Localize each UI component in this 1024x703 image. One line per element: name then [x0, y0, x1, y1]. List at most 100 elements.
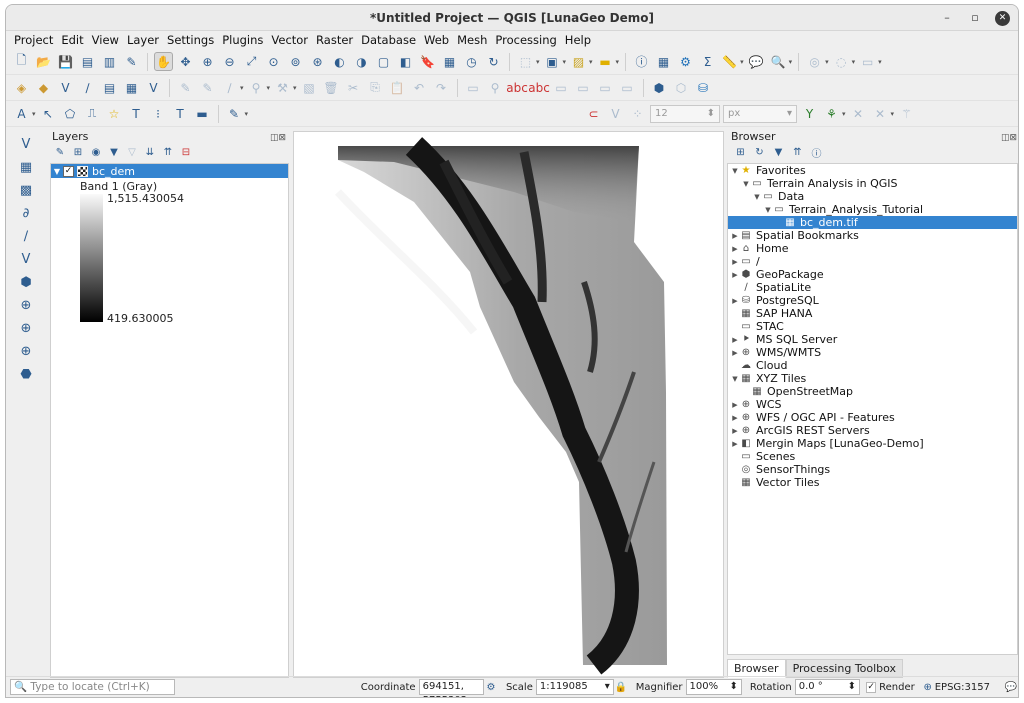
snapping-type-icon[interactable]: ⁘ — [628, 104, 647, 123]
browser-item[interactable]: ▶ ⊕ WCS — [728, 398, 1017, 411]
minimize-icon[interactable]: – — [939, 5, 955, 31]
measure-line-icon[interactable]: 📏 — [720, 52, 739, 71]
snapping-intersection-icon[interactable]: ⚘ — [822, 104, 841, 123]
plugin-manager-icon[interactable]: ⬢ — [650, 78, 669, 97]
rotate-label-icon[interactable]: ▭ — [574, 78, 593, 97]
shape-digitizing-icon[interactable]: ◌ — [832, 52, 851, 71]
delete-selected-icon[interactable]: 🗑 — [322, 78, 341, 97]
new-spatialite-icon[interactable]: ∕ — [78, 78, 97, 97]
menu-mesh[interactable]: Mesh — [453, 33, 491, 47]
add-vector-layer-icon[interactable]: ◆ — [34, 78, 53, 97]
marker-annotation-icon[interactable]: ☆ — [105, 104, 124, 123]
browser-float-close-icon[interactable]: ◫⊠ — [1001, 131, 1017, 145]
zoom-full-icon[interactable]: ⤢ — [242, 52, 261, 71]
expander-icon[interactable]: ▶ — [730, 297, 740, 305]
snapping-magnet-icon[interactable]: ⊂ — [584, 104, 603, 123]
crs-label[interactable]: EPSG:3157 — [935, 682, 990, 693]
pan-map-icon[interactable]: ✋ — [154, 52, 173, 71]
scale-field[interactable]: 1:119085 ▾ — [535, 679, 614, 695]
paste-features-icon[interactable]: 📋 — [388, 78, 407, 97]
data-source-manager-icon[interactable]: ◈ — [12, 78, 31, 97]
menu-processing[interactable]: Processing — [491, 33, 560, 47]
style-manager-icon[interactable]: ✎ — [122, 52, 141, 71]
snapping-unit-select[interactable]: px ▾ — [723, 104, 798, 123]
add-spatialite-layer-icon[interactable]: ∂ — [16, 203, 36, 223]
polygon-annotation-icon[interactable]: ⬠ — [61, 104, 80, 123]
topological-editing-icon[interactable]: Y — [800, 104, 819, 123]
rotation-field[interactable]: 0.0 ° ⬍ — [794, 679, 861, 695]
browser-item[interactable]: ◎ SensorThings — [728, 463, 1017, 476]
vertex-tool-icon[interactable]: ⚒ — [273, 78, 292, 97]
add-feature-icon[interactable]: ⚲ — [247, 78, 266, 97]
browser-item[interactable]: ▶ ⛁ PostgreSQL — [728, 294, 1017, 307]
add-raster-layer-vertical-icon[interactable]: ▦ — [16, 157, 36, 177]
undo-icon[interactable]: ↶ — [410, 78, 429, 97]
pin-labels-icon[interactable]: ⚲ — [486, 78, 505, 97]
select-by-expression-icon[interactable]: ▬ — [596, 52, 615, 71]
expander-icon[interactable]: ▶ — [730, 401, 740, 409]
new-3d-map-view-icon[interactable]: ◧ — [396, 52, 415, 71]
zoom-last-icon[interactable]: ◐ — [330, 52, 349, 71]
browser-item[interactable]: ▶ ▭ / — [728, 255, 1017, 268]
move-label-icon[interactable]: ▭ — [552, 78, 571, 97]
annotation-text-icon[interactable]: A — [12, 104, 31, 123]
save-project-icon[interactable]: 💾 — [56, 52, 75, 71]
add-delimited-text-icon[interactable]: V — [144, 78, 163, 97]
self-snapping-icon[interactable]: ✕ — [849, 104, 868, 123]
expander-icon[interactable]: ▶ — [730, 349, 740, 357]
layout-manager-icon[interactable]: ▥ — [100, 52, 119, 71]
add-group-icon[interactable]: ⊞ — [70, 145, 86, 161]
copy-features-icon[interactable]: ⎘ — [366, 78, 385, 97]
menu-vector[interactable]: Vector — [267, 33, 312, 47]
new-spatial-bookmark-icon[interactable]: 🔖 — [418, 52, 437, 71]
collapse-all-icon[interactable]: ⇈ — [160, 145, 176, 161]
toolbox-icon[interactable]: ⚙ — [676, 52, 695, 71]
toggle-editing-icon[interactable]: ✎ — [176, 78, 195, 97]
layer-labeling-icon[interactable]: abc — [506, 78, 528, 97]
advanced-digitizing-icon[interactable]: ▭ — [858, 52, 877, 71]
temporal-controller-icon[interactable]: ◷ — [462, 52, 481, 71]
cut-features-icon[interactable]: ✂ — [344, 78, 363, 97]
enable-properties-icon[interactable]: ⓘ — [809, 145, 824, 160]
new-project-icon[interactable]: 🗋 — [12, 52, 31, 71]
expander-icon[interactable]: ▶ — [730, 414, 740, 422]
expander-icon[interactable]: ▼ — [763, 206, 773, 214]
expander-icon[interactable]: ▶ — [730, 440, 740, 448]
change-label-icon[interactable]: ▭ — [596, 78, 615, 97]
expander-icon[interactable]: ▶ — [730, 271, 740, 279]
browser-item[interactable]: ▼ ▭ Data — [728, 190, 1017, 203]
filter-browser-icon[interactable]: ▼ — [771, 145, 786, 160]
picture-annotation-icon[interactable]: ▬ — [193, 104, 212, 123]
browser-item[interactable]: ▦ Vector Tiles — [728, 476, 1017, 489]
redo-icon[interactable]: ↷ — [432, 78, 451, 97]
statistical-summary-icon[interactable]: Σ — [698, 52, 717, 71]
rect-text-icon[interactable]: T — [171, 104, 190, 123]
manage-map-themes-icon[interactable]: ◉ — [88, 145, 104, 161]
browser-item[interactable]: ▦ OpenStreetMap — [728, 385, 1017, 398]
refresh-icon[interactable]: ↻ — [484, 52, 503, 71]
browser-item[interactable]: ▶ ⊕ ArcGIS REST Servers — [728, 424, 1017, 437]
filter-by-expression-icon[interactable]: ▽ — [124, 145, 140, 161]
locator-search-input[interactable]: 🔍 Type to locate (Ctrl+K) — [10, 679, 176, 695]
select-features-icon[interactable]: ⬚ — [516, 52, 535, 71]
point-text-icon[interactable]: T — [127, 104, 146, 123]
new-shapefile-icon[interactable]: V — [56, 78, 75, 97]
snap-scale-icon[interactable]: ⚚ — [897, 104, 916, 123]
zoom-to-selection-icon[interactable]: ⊙ — [264, 52, 283, 71]
browser-item[interactable]: ▶ ▤ Spatial Bookmarks — [728, 229, 1017, 242]
select-annotation-icon[interactable]: ↖ — [39, 104, 58, 123]
add-vector-layer-vertical-icon[interactable]: V — [16, 134, 36, 154]
expander-icon[interactable]: ▶ — [730, 245, 740, 253]
menu-project[interactable]: Project — [10, 33, 57, 47]
browser-item[interactable]: ∕ SpatiaLite — [728, 281, 1017, 294]
expander-icon[interactable]: ▶ — [730, 258, 740, 266]
map-canvas[interactable] — [293, 131, 724, 678]
highlight-labels-icon[interactable]: abc — [528, 78, 550, 97]
show-hide-labels-icon[interactable]: ▭ — [618, 78, 637, 97]
browser-item[interactable]: ▼ ▭ Terrain Analysis in QGIS — [728, 177, 1017, 190]
add-wcs-layer-icon[interactable]: ⊕ — [16, 318, 36, 338]
open-project-icon[interactable]: 📂 — [34, 52, 53, 71]
browser-item[interactable]: ▶ ⊕ WMS/WMTS — [728, 346, 1017, 359]
layer-collapse-icon[interactable]: ▼ — [51, 167, 63, 176]
browser-item[interactable]: ▼ ★ Favorites — [728, 164, 1017, 177]
